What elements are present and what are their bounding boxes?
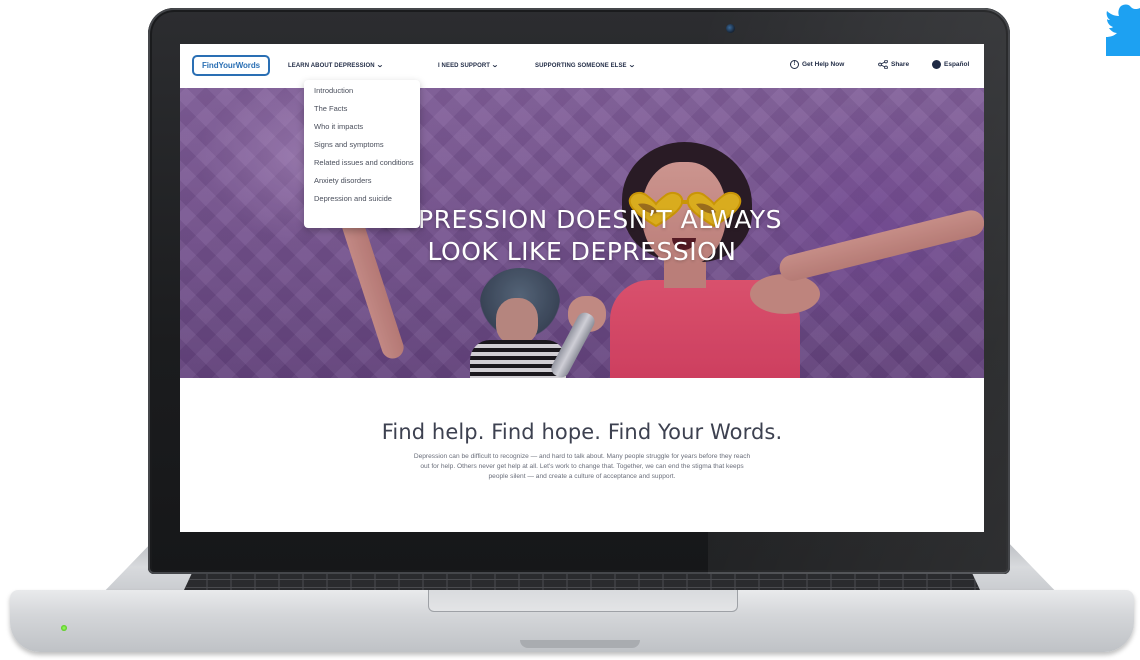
share-label: Share: [891, 61, 910, 68]
dropdown-item-signs-and-symptoms[interactable]: Signs and symptoms: [314, 140, 414, 149]
nav-learn-about-depression[interactable]: LEARN ABOUT DEPRESSION⌄: [288, 61, 383, 69]
intro-section: Find help. Find hope. Find Your Words. D…: [180, 378, 984, 532]
dropdown-item-who-it-impacts[interactable]: Who it impacts: [314, 122, 414, 131]
hero-headline: DEPRESSION DOESN’T ALWAYS LOOK LIKE DEPR…: [180, 204, 984, 268]
espanol-language-link[interactable]: Español: [932, 60, 969, 69]
share-icon: [878, 60, 888, 69]
chevron-down-icon: ⌄: [375, 62, 384, 69]
dropdown-item-the-facts[interactable]: The Facts: [314, 104, 414, 113]
webcam-icon: [726, 24, 735, 33]
nav-i-need-support[interactable]: I NEED SUPPORT⌄: [438, 61, 499, 69]
tagline-heading: Find help. Find hope. Find Your Words.: [381, 420, 783, 444]
nav-supporting-someone-else[interactable]: SUPPORTING SOMEONE ELSE⌄: [535, 61, 635, 69]
chevron-down-icon: ⌄: [627, 62, 636, 69]
nav-item-label: I NEED SUPPORT: [438, 63, 491, 69]
nav-item-label: LEARN ABOUT DEPRESSION: [288, 63, 375, 69]
globe-icon: [932, 60, 941, 69]
dropdown-item-depression-and-suicide[interactable]: Depression and suicide: [314, 194, 414, 203]
info-circle-icon: !: [790, 60, 799, 69]
laptop-trackpad: [428, 590, 738, 612]
hero-headline-line2: LOOK LIKE DEPRESSION: [427, 237, 737, 266]
share-button[interactable]: Share: [878, 60, 909, 69]
browser-viewport: DEPRESSION DOESN’T ALWAYS LOOK LIKE DEPR…: [180, 44, 984, 532]
dropdown-item-introduction[interactable]: Introduction: [314, 86, 414, 95]
laptop-thumb-notch: [520, 640, 640, 648]
hero-banner: DEPRESSION DOESN’T ALWAYS LOOK LIKE DEPR…: [180, 88, 984, 378]
power-led-icon: [61, 625, 67, 631]
twitter-bird-icon: [1106, 4, 1140, 56]
intro-paragraph: Depression can be difficult to recognize…: [413, 453, 751, 480]
get-help-now-label: Get Help Now: [802, 61, 845, 68]
chevron-down-icon: ⌄: [491, 62, 499, 69]
espanol-label: Español: [944, 61, 970, 68]
site-logo[interactable]: FindYourWords: [192, 55, 270, 76]
dropdown-item-anxiety-disorders[interactable]: Anxiety disorders: [314, 176, 414, 185]
nav-item-label: SUPPORTING SOMEONE ELSE: [535, 63, 627, 69]
hero-headline-line1: DEPRESSION DOESN’T ALWAYS: [381, 205, 783, 234]
dropdown-item-related-issues[interactable]: Related issues and conditions: [314, 158, 414, 167]
learn-about-depression-dropdown: Introduction The Facts Who it impacts Si…: [304, 80, 420, 228]
top-navigation: FindYourWords LEARN ABOUT DEPRESSION⌄ I …: [180, 44, 984, 88]
get-help-now-link[interactable]: ! Get Help Now: [790, 60, 844, 69]
